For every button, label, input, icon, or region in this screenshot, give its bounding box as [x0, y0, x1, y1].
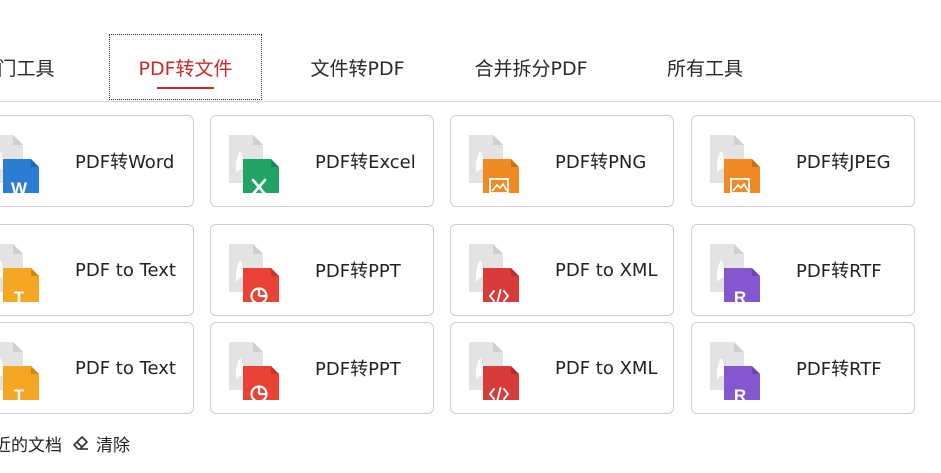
tool-card[interactable]: PDF to XML [450, 322, 674, 414]
tab-tools[interactable]: 门工具 [0, 34, 56, 100]
tool-card-label: PDF转PPT [315, 359, 401, 380]
recent-documents-label: 近的文档 [0, 435, 62, 456]
ppt-file-icon [229, 342, 279, 400]
tool-card[interactable]: PDF转PNG [450, 115, 674, 207]
text-file-icon: T [0, 244, 39, 302]
svg-text:T: T [14, 386, 25, 400]
jpeg-image-file-icon [710, 135, 760, 193]
tab-label: 所有工具 [666, 57, 743, 80]
tool-card[interactable]: T PDF to Text [0, 322, 194, 414]
tool-card[interactable]: PDF转Excel [210, 115, 434, 207]
tool-card[interactable]: PDF转JPEG [691, 115, 915, 207]
tool-card-label: PDF to XML [555, 357, 658, 379]
tool-card-label: PDF转RTF [796, 359, 882, 380]
xml-file-icon [469, 342, 519, 400]
clear-label: 清除 [96, 435, 130, 456]
tab-bar: 门工具 PDF转文件 文件转PDF 合并拆分PDF 所有工具 [0, 0, 941, 102]
tool-card[interactable]: R PDF转RTF [691, 322, 915, 414]
word-file-icon: W [0, 135, 39, 193]
tool-card[interactable]: R PDF转RTF [691, 224, 915, 316]
clear-button[interactable]: 清除 [72, 431, 130, 456]
tool-card[interactable]: W PDF转Word [0, 115, 194, 207]
tab-merge-split-pdf[interactable]: 合并拆分PDF [466, 34, 596, 100]
tool-card-label: PDF to Text [75, 259, 176, 281]
tab-file-to-pdf[interactable]: 文件转PDF [300, 34, 415, 100]
svg-text:W: W [11, 179, 28, 193]
excel-file-icon [229, 135, 279, 193]
tool-card-label: PDF转RTF [796, 261, 882, 282]
rtf-file-icon: R [710, 342, 760, 400]
tab-label: 合并拆分PDF [474, 57, 588, 80]
svg-text:T: T [14, 288, 25, 302]
tool-card-label: PDF转Word [75, 152, 175, 173]
recent-documents-bar: 近的文档 清除 [0, 428, 130, 458]
tool-card[interactable]: PDF转PPT [210, 224, 434, 316]
svg-text:R: R [734, 288, 746, 302]
tool-card-label: PDF转PPT [315, 261, 401, 282]
tab-label: 文件转PDF [310, 57, 405, 80]
xml-file-icon [469, 244, 519, 302]
active-tab-underline [157, 86, 214, 89]
png-image-file-icon [469, 135, 519, 193]
tool-card[interactable]: PDF转PPT [210, 322, 434, 414]
tool-card-label: PDF转Excel [315, 152, 416, 173]
tab-label: PDF转文件 [138, 57, 233, 80]
tool-card-label: PDF转JPEG [796, 152, 891, 173]
rtf-file-icon: R [710, 244, 760, 302]
ppt-file-icon [229, 244, 279, 302]
tool-card-label: PDF to Text [75, 357, 176, 379]
tool-card[interactable]: T PDF to Text [0, 224, 194, 316]
tool-card-label: PDF to XML [555, 259, 658, 281]
eraser-icon [73, 436, 88, 450]
tool-card[interactable]: PDF to XML [450, 224, 674, 316]
tab-all-tools[interactable]: 所有工具 [655, 34, 755, 100]
svg-text:R: R [734, 386, 746, 400]
tab-pdf-to-file[interactable]: PDF转文件 [109, 34, 262, 100]
tool-card-label: PDF转PNG [555, 152, 647, 173]
text-file-icon: T [0, 342, 39, 400]
tab-label: 门工具 [0, 57, 55, 80]
